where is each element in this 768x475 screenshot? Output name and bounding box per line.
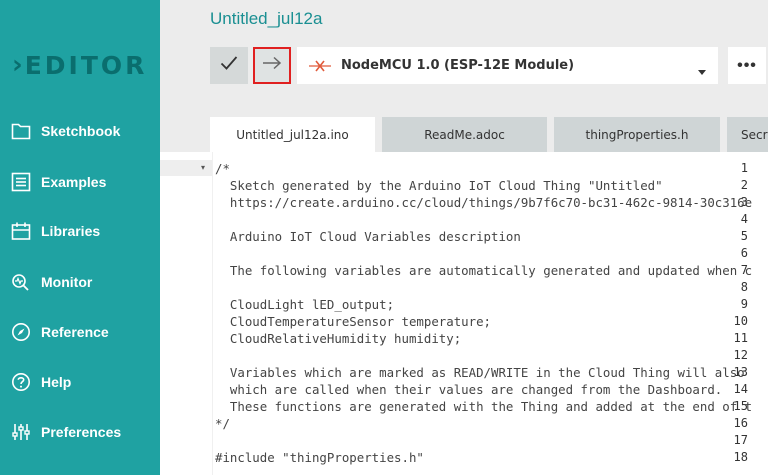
- sidebar-item-monitor[interactable]: Monitor: [10, 268, 92, 296]
- code-line: Arduino IoT Cloud Variables description: [215, 229, 521, 244]
- disconnected-icon: [309, 59, 331, 73]
- line-number: 2: [740, 178, 748, 192]
- sidebar-item-preferences[interactable]: Preferences: [10, 418, 121, 446]
- sidebar-item-label: Sketchbook: [41, 123, 121, 139]
- line-number-gutter: ▾: [160, 152, 212, 475]
- line-number: 4: [740, 212, 748, 226]
- sidebar-item-libraries[interactable]: Libraries: [10, 217, 100, 245]
- gutter-divider: [212, 152, 213, 475]
- code-line: Variables which are marked as READ/WRITE…: [215, 365, 745, 380]
- tab-secrets[interactable]: Secr: [727, 117, 768, 152]
- tab-readme[interactable]: ReadMe.adoc: [382, 117, 547, 152]
- code-line: Sketch generated by the Arduino IoT Clou…: [215, 178, 663, 193]
- sidebar-item-help[interactable]: Help: [10, 368, 71, 396]
- code-editor[interactable]: ▾ 1 2 3 4 5 6 7 8 9 10 11 12 13 14 15 16…: [160, 152, 768, 475]
- line-number: 18: [733, 450, 748, 464]
- folder-icon: [10, 120, 32, 142]
- sidebar-item-label: Reference: [41, 324, 109, 340]
- line-number: 5: [740, 229, 748, 243]
- code-line: These functions are generated with the T…: [215, 399, 753, 414]
- check-icon: [220, 55, 238, 76]
- line-number: 11: [733, 331, 748, 345]
- line-number: 10: [733, 314, 748, 328]
- library-icon: [10, 220, 32, 242]
- line-number: 16: [733, 416, 748, 430]
- sidebar-item-label: Preferences: [41, 424, 122, 440]
- code-line: #include "thingProperties.h": [215, 450, 424, 465]
- sidebar-item-label: Help: [41, 374, 72, 390]
- sketch-title[interactable]: Untitled_jul12a: [210, 9, 322, 29]
- logo-chevron: ›: [12, 50, 23, 80]
- code-line: CloudLight lED_output;: [215, 297, 395, 312]
- code-line: The following variables are automaticall…: [215, 263, 753, 278]
- help-icon: [10, 371, 32, 393]
- sidebar-item-reference[interactable]: Reference: [10, 318, 109, 346]
- sliders-icon: [10, 421, 32, 443]
- line-number: 12: [733, 348, 748, 362]
- sidebar-item-sketchbook[interactable]: Sketchbook: [10, 117, 120, 145]
- code-line: CloudRelativeHumidity humidity;: [215, 331, 462, 346]
- arrow-right-icon: [262, 56, 282, 75]
- sidebar-item-label: Monitor: [41, 274, 93, 290]
- code-line: https://create.arduino.cc/cloud/things/9…: [215, 195, 753, 210]
- board-name: NodeMCU 1.0 (ESP-12E Module): [341, 58, 575, 73]
- verify-button[interactable]: [210, 47, 248, 84]
- upload-button[interactable]: [253, 47, 291, 84]
- code-line: CloudTemperatureSensor temperature;: [215, 314, 492, 329]
- editor-logo: › EDITOR: [12, 49, 147, 81]
- sidebar-item-label: Libraries: [41, 223, 101, 239]
- sidebar-item-examples[interactable]: Examples: [10, 168, 106, 196]
- more-options-button[interactable]: •••: [728, 47, 766, 84]
- line-number: 17: [733, 433, 748, 447]
- code-line: which are called when their values are c…: [215, 382, 723, 397]
- tab-thingproperties[interactable]: thingProperties.h: [554, 117, 720, 152]
- line-number: 14: [733, 382, 748, 396]
- list-icon: [10, 171, 32, 193]
- line-number: 9: [740, 297, 748, 311]
- sidebar-item-label: Examples: [41, 174, 107, 190]
- line-number: 1: [740, 161, 748, 175]
- tab-untitled-ino[interactable]: Untitled_jul12a.ino: [210, 117, 375, 152]
- sidebar: › EDITOR Sketchbook Examples Libraries M…: [0, 0, 160, 475]
- fold-arrow-icon[interactable]: ▾: [201, 163, 205, 172]
- chevron-down-icon: [698, 62, 706, 80]
- code-line: /*: [215, 161, 230, 176]
- compass-icon: [10, 321, 32, 343]
- line-number: 8: [740, 280, 748, 294]
- line-number: 6: [740, 246, 748, 260]
- logo-text: EDITOR: [24, 50, 148, 80]
- code-line: */: [215, 416, 230, 431]
- monitor-icon: [10, 271, 32, 293]
- board-selector[interactable]: NodeMCU 1.0 (ESP-12E Module): [297, 47, 718, 84]
